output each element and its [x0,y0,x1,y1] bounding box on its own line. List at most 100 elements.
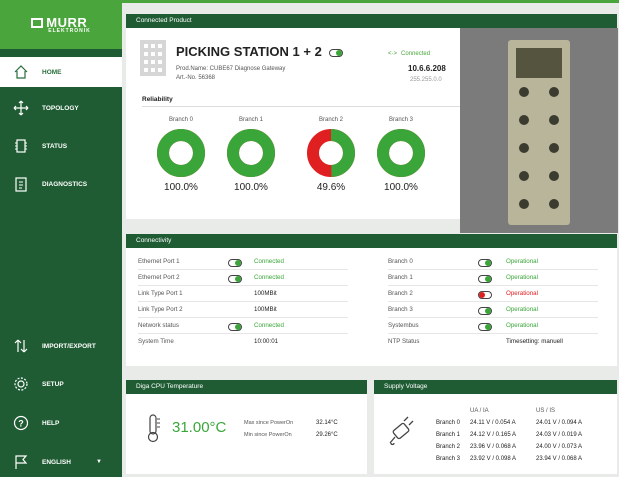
status-toggle[interactable] [478,275,492,284]
divider [388,333,598,334]
row-value: Operational [506,274,538,281]
product-toggle[interactable] [329,48,344,57]
connectivity-row: Network status Connected [138,320,358,332]
flag-icon [12,453,30,471]
branch-label: Branch 1 [238,117,263,123]
supply-us-value: 24.03 V / 0.019 A [536,432,583,438]
supply-ua-value: 23.96 V / 0.068 A [470,444,517,450]
status-toggle[interactable] [228,259,242,268]
home-icon [12,63,30,81]
nav-item-setup[interactable]: SETUP [0,373,122,395]
reliability-title: Reliability [142,96,173,103]
panel-header: Connectivity [126,234,617,248]
nav-item-status[interactable]: STATUS [0,136,122,156]
supply-branch-label: Branch 0 [436,420,461,426]
nav-label: IMPORT/EXPORT [42,342,96,350]
row-value: Operational [506,322,538,329]
row-label: Branch 3 [388,306,413,313]
connection-status-text: Connected [401,51,431,57]
device-image [460,28,618,233]
status-toggle[interactable] [478,259,492,268]
status-toggle[interactable] [478,307,492,316]
murr-logo-icon [31,18,44,29]
nav-item-help[interactable]: ? HELP [0,412,122,434]
donut-ok-segment [157,129,205,177]
status-toggle[interactable] [478,323,492,332]
max-temp-value: 32.14°C [316,420,338,426]
connectivity-row: Branch 3 Operational [388,304,608,316]
divider [138,285,348,286]
nav-item-home[interactable]: HOME [0,57,122,87]
row-value: Connected [254,258,284,265]
row-label: Systembus [388,322,419,329]
supply-branch-label: Branch 2 [436,444,461,450]
logo[interactable]: MURR ELEKTRONIK [0,0,122,49]
top-accent-bar [122,0,619,3]
supply-ua-value: 23.92 V / 0.098 A [470,456,517,462]
row-value: 10:00:01 [254,338,279,345]
reliability-donut [157,129,205,177]
connectivity-row: System Time 10:00:01 [138,336,358,348]
branch-label: Branch 0 [168,117,193,123]
status-toggle[interactable] [478,291,492,300]
branch-percent: 100.0% [164,182,198,193]
connection-status: <·> Connected [388,51,430,57]
ip-address: 10.6.6.208 [408,64,446,73]
status-toggle[interactable] [228,323,242,332]
connectivity-row: Branch 1 Operational [388,272,608,284]
supply-branch-label: Branch 3 [436,456,461,462]
nav-item-topology[interactable]: TOPOLOGY [0,98,122,118]
row-label: Link Type Port 1 [138,290,183,297]
row-value: Connected [254,322,284,329]
row-label: Ethernet Port 2 [138,274,180,281]
connectivity-row: Link Type Port 2 100MBit [138,304,358,316]
supply-col-us: US / IS [536,408,556,414]
divider [388,269,598,270]
row-label: Link Type Port 2 [138,306,183,313]
supply-ua-value: 24.11 V / 0.054 A [470,420,516,426]
supply-branch-label: Branch 1 [436,432,461,438]
branch-reliability-2: Branch 2 49.6% [301,117,361,193]
donut-ok-segment [377,129,425,177]
row-label: Branch 0 [388,258,413,265]
divider [388,285,598,286]
supply-us-value: 24.00 V / 0.073 A [536,444,583,450]
connectivity-row: Ethernet Port 2 Connected [138,272,358,284]
min-temp-value: 29.26°C [316,432,338,438]
supply-col-ua: UA / IA [470,408,489,414]
status-toggle[interactable] [228,275,242,284]
nav-item-diagnostics[interactable]: DIAGNOSTICS [0,174,122,194]
panel-header: Diga CPU Temperature [126,380,367,394]
reliability-donut [307,129,355,177]
row-label: Branch 1 [388,274,413,281]
divider [388,317,598,318]
row-label: System Time [138,338,174,345]
connectivity-row: Systembus Operational [388,320,608,332]
supply-voltage-panel: Supply Voltage UA / IA US / IS Branch 0 2… [374,380,617,474]
connectivity-row: Ethernet Port 1 Connected [138,256,358,268]
plug-icon [388,416,416,451]
product-icon [140,40,166,76]
subnet-mask: 255.255.0.0 [410,77,442,83]
branch-label: Branch 2 [318,117,343,123]
row-label: NTP Status [388,338,420,345]
connectivity-row: Branch 2 Operational [388,288,608,300]
row-value: Connected [254,274,284,281]
language-selector[interactable]: ENGLISH ▼ [0,451,122,473]
min-temp-label: Min since PowerOn [244,432,292,438]
row-value: Operational [506,290,538,297]
nav-label: HOME [42,68,62,76]
sidebar: MURR ELEKTRONIK HOME TOPOLOGY STATUS DIA… [0,0,122,477]
nav-label: HELP [42,419,60,427]
status-icon [12,137,30,155]
row-value: 100MBit [254,290,277,297]
row-value: Timesetting: manuell [506,338,563,345]
divider [138,269,348,270]
nav-item-import-export[interactable]: IMPORT/EXPORT [0,335,122,357]
topology-icon [12,99,30,117]
connectivity-row: Branch 0 Operational [388,256,608,268]
panel-header: Supply Voltage [374,380,617,394]
cpu-temperature-value: 31.00°C [172,419,227,436]
cpu-temperature-panel: Diga CPU Temperature 31.00°C Max since P… [126,380,367,474]
branch-reliability-0: Branch 0 100.0% [151,117,211,193]
